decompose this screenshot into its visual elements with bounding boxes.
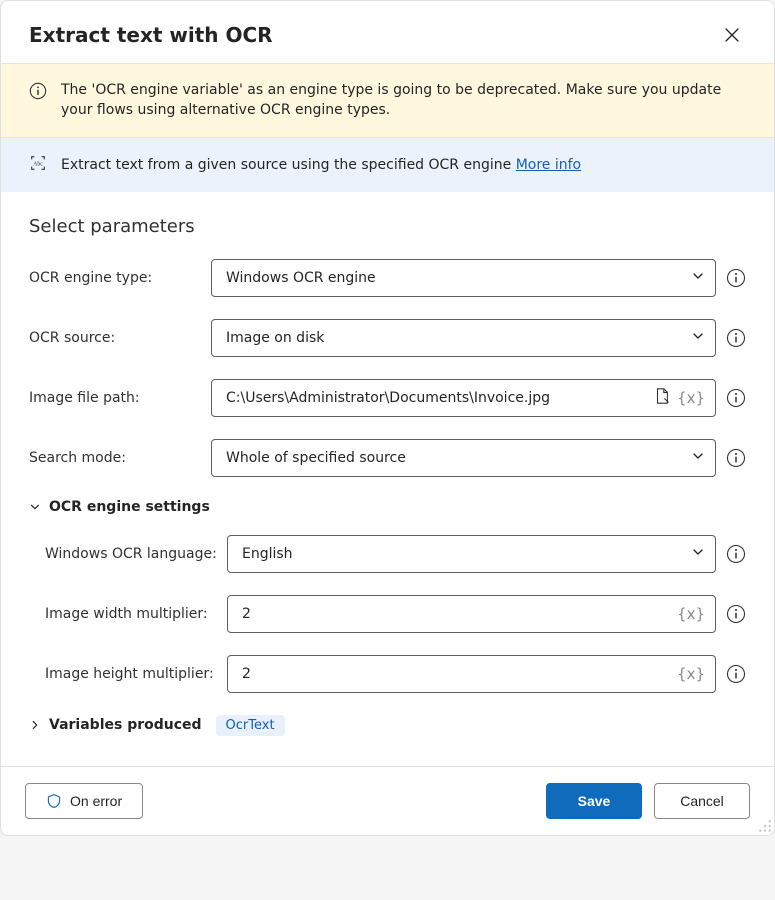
help-icon[interactable] (726, 388, 746, 408)
dialog-footer: On error Save Cancel (1, 766, 774, 835)
height-multiplier-text[interactable] (242, 666, 671, 682)
select-search-mode[interactable]: Whole of specified source (211, 439, 716, 477)
svg-text:Abc: Abc (33, 161, 43, 167)
file-picker-icon[interactable] (653, 387, 671, 409)
input-image-file-path[interactable]: {x} (211, 379, 716, 417)
field-ocr-language: Windows OCR language: English (29, 535, 746, 573)
variables-produced-header[interactable]: Variables produced OcrText (29, 715, 746, 736)
field-ocr-engine-type: OCR engine type: Windows OCR engine (29, 259, 746, 297)
chevron-down-icon (691, 329, 705, 347)
dialog-header: Extract text with OCR (1, 1, 774, 63)
field-height-multiplier: Image height multiplier: {x} (29, 655, 746, 693)
chevron-right-icon (29, 719, 41, 731)
ocr-dialog: Extract text with OCR The 'OCR engine va… (0, 0, 775, 836)
label-height-multiplier: Image height multiplier: (29, 666, 217, 682)
chevron-down-icon (691, 269, 705, 287)
close-button[interactable] (718, 21, 746, 49)
ocr-engine-settings-header[interactable]: OCR engine settings (29, 499, 746, 515)
warning-text: The 'OCR engine variable' as an engine t… (61, 80, 746, 121)
help-icon[interactable] (726, 328, 746, 348)
variable-token-icon[interactable]: {x} (677, 389, 705, 407)
chevron-down-icon (29, 501, 41, 513)
shield-icon (46, 793, 62, 809)
save-button[interactable]: Save (546, 783, 642, 819)
label-ocr-language: Windows OCR language: (29, 546, 217, 562)
help-icon[interactable] (726, 664, 746, 684)
chevron-down-icon (691, 545, 705, 563)
variable-token-icon[interactable]: {x} (677, 605, 705, 623)
label-ocr-engine-type: OCR engine type: (29, 270, 201, 286)
deprecation-warning-banner: The 'OCR engine variable' as an engine t… (1, 63, 774, 138)
variable-chip[interactable]: OcrText (216, 715, 285, 736)
help-icon[interactable] (726, 544, 746, 564)
more-info-link[interactable]: More info (516, 157, 581, 173)
label-width-multiplier: Image width multiplier: (29, 606, 217, 622)
label-search-mode: Search mode: (29, 450, 201, 466)
ocr-icon: Abc (29, 154, 47, 176)
dialog-body: Select parameters OCR engine type: Windo… (1, 192, 774, 744)
resize-grip-icon[interactable] (758, 819, 772, 833)
info-icon (29, 82, 47, 104)
width-multiplier-text[interactable] (242, 606, 671, 622)
field-search-mode: Search mode: Whole of specified source (29, 439, 746, 477)
description-text: Extract text from a given source using t… (61, 157, 581, 173)
cancel-button[interactable]: Cancel (654, 783, 750, 819)
input-height-multiplier[interactable]: {x} (227, 655, 716, 693)
select-ocr-source[interactable]: Image on disk (211, 319, 716, 357)
description-banner: Abc Extract text from a given source usi… (1, 138, 774, 192)
help-icon[interactable] (726, 448, 746, 468)
image-file-path-text[interactable] (226, 390, 647, 406)
label-ocr-source: OCR source: (29, 330, 201, 346)
chevron-down-icon (691, 449, 705, 467)
variable-token-icon[interactable]: {x} (677, 665, 705, 683)
input-width-multiplier[interactable]: {x} (227, 595, 716, 633)
on-error-button[interactable]: On error (25, 783, 143, 819)
field-width-multiplier: Image width multiplier: {x} (29, 595, 746, 633)
label-image-file-path: Image file path: (29, 390, 201, 406)
field-image-file-path: Image file path: {x} (29, 379, 746, 417)
dialog-title: Extract text with OCR (29, 23, 273, 47)
field-ocr-source: OCR source: Image on disk (29, 319, 746, 357)
select-ocr-engine-type[interactable]: Windows OCR engine (211, 259, 716, 297)
close-icon (725, 28, 739, 42)
help-icon[interactable] (726, 604, 746, 624)
help-icon[interactable] (726, 268, 746, 288)
section-title: Select parameters (29, 216, 746, 237)
select-ocr-language[interactable]: English (227, 535, 716, 573)
